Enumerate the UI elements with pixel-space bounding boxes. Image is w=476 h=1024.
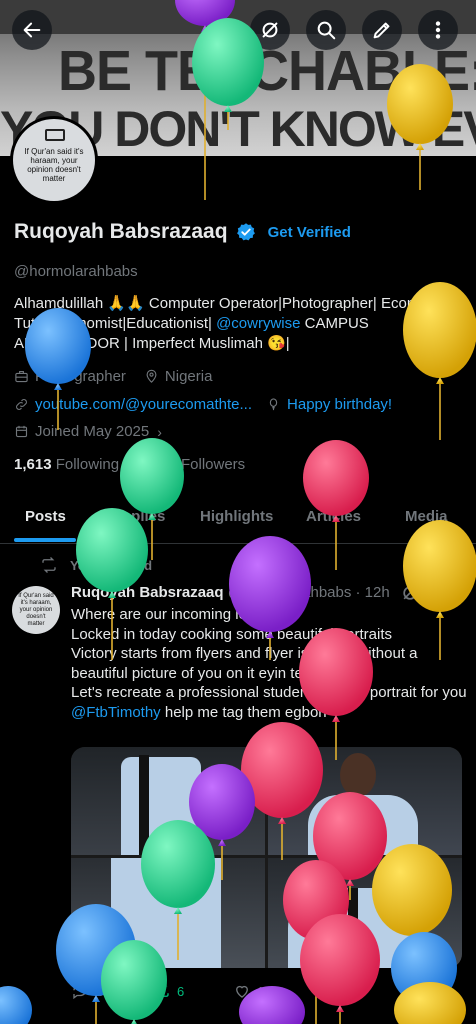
like-count: 1 xyxy=(257,983,265,999)
post-line: Let's recreate a professional student-fr… xyxy=(71,684,467,701)
followers-link[interactable]: 1,565 Followers xyxy=(139,456,245,473)
profile-name: Ruqoyah Babsrazaaq xyxy=(14,220,228,243)
back-button[interactable] xyxy=(12,10,52,50)
like-button[interactable]: 1 xyxy=(233,982,264,1000)
more-vertical-icon xyxy=(435,21,441,39)
post-line: Victory starts from flyers and flyer is … xyxy=(71,645,418,682)
name-row: Ruqoyah Babsrazaaq Get Verified xyxy=(14,220,351,244)
location-text: Nigeria xyxy=(164,368,213,385)
views-icon xyxy=(316,986,329,997)
get-verified-link[interactable]: Get Verified xyxy=(268,224,351,241)
post-line: @FtbTimothy help me tag them egbon xyxy=(71,703,467,723)
media-photo[interactable] xyxy=(71,858,265,968)
post-line-rest: help me tag them egbon xyxy=(160,703,327,721)
followers-count: 1,565 xyxy=(139,456,177,473)
media-photo[interactable] xyxy=(268,747,462,855)
tab-media[interactable]: Media xyxy=(405,508,448,525)
repost-button[interactable]: 6 xyxy=(153,982,184,1000)
reply-icon xyxy=(73,984,87,1000)
birthday-link[interactable]: Happy birthday! xyxy=(287,396,392,413)
joined-text: Joined May 2025 xyxy=(35,423,150,440)
balloon xyxy=(0,986,32,1024)
balloon-icon xyxy=(266,397,281,412)
follow-counts: 1,613 Following 1,565 Followers xyxy=(14,456,245,473)
tie-shape xyxy=(348,888,358,968)
grok-button[interactable] xyxy=(250,10,290,50)
avatar-quote-text: If Qur'an said it's haraam, your opinion… xyxy=(24,147,84,183)
reply-count: 1 xyxy=(95,983,103,999)
profile-bio: Alhamdulillah 🙏🙏 Computer Operator|Photo… xyxy=(14,294,466,354)
following-label: Following xyxy=(55,456,120,473)
grok-icon xyxy=(403,586,417,600)
following-count: 1,613 xyxy=(14,456,52,473)
bio-mention-link[interactable]: @cowrywise xyxy=(216,315,300,332)
pencil-icon xyxy=(373,22,390,39)
media-photo[interactable] xyxy=(71,747,265,855)
profession-row: Photographer Nigeria xyxy=(14,368,212,385)
post-actions: 1 6 1 116 xyxy=(71,982,467,1006)
repost-indicator: You reposted xyxy=(40,556,152,574)
joined-row: Joined May 2025 › xyxy=(14,423,162,440)
post-line: Where are our incoming leaders? xyxy=(71,606,293,623)
face-shape xyxy=(340,753,376,797)
profile-tabs: Posts Replies Highlights Articles Media xyxy=(0,498,476,544)
website-link[interactable]: youtube.com/@yourecomathte... xyxy=(35,396,252,413)
shirt-shape xyxy=(111,858,221,968)
post-mention-link[interactable]: @FtbTimothy xyxy=(71,704,161,721)
post-grok-button[interactable] xyxy=(400,583,424,603)
profession-text: Photographer xyxy=(35,368,126,385)
grok-icon xyxy=(262,22,278,38)
search-icon xyxy=(317,21,336,40)
active-tab-indicator xyxy=(14,538,76,542)
tab-highlights[interactable]: Highlights xyxy=(200,508,273,525)
post-avatar[interactable]: If Qur'an said it's haraam, your opinion… xyxy=(12,586,60,634)
repost-icon xyxy=(42,557,56,573)
website-row: youtube.com/@yourecomathte... Happy birt… xyxy=(14,396,392,413)
profile-handle: @hormolarahbabs xyxy=(14,263,138,280)
post-header: Ruqoyah Babsrazaaq @hormolarahbabs · 12h xyxy=(71,584,390,601)
calendar-icon xyxy=(14,424,29,439)
following-link[interactable]: 1,613 Following xyxy=(14,456,119,473)
shirt-shape xyxy=(121,757,201,855)
verified-badge-icon[interactable] xyxy=(236,222,256,242)
followers-label: Followers xyxy=(180,456,246,473)
post-media-grid[interactable] xyxy=(71,747,462,968)
chevron-right-icon[interactable]: › xyxy=(157,424,162,440)
tab-articles[interactable]: Articles xyxy=(306,508,361,525)
views-count: 116 xyxy=(337,983,358,999)
briefcase-icon xyxy=(14,369,29,384)
repost-label: You reposted xyxy=(70,557,153,573)
tab-replies[interactable]: Replies xyxy=(112,508,165,525)
heart-icon xyxy=(236,985,248,998)
shirt-shape xyxy=(308,795,418,855)
post-handle-time: @hormolarahbabs · 12h xyxy=(227,584,390,601)
repost-count: 6 xyxy=(177,983,185,999)
repost-icon xyxy=(155,983,169,999)
media-photo[interactable] xyxy=(268,858,462,968)
tab-posts[interactable]: Posts xyxy=(25,508,66,525)
views-button[interactable]: 116 xyxy=(313,982,358,1000)
arrow-left-icon xyxy=(23,22,41,38)
reply-button[interactable]: 1 xyxy=(71,982,102,1000)
edit-button[interactable] xyxy=(362,10,402,50)
profile-avatar[interactable]: If Qur'an said it's haraam, your opinion… xyxy=(10,116,98,204)
book-icon xyxy=(45,129,65,141)
banner-dark-strip xyxy=(0,0,476,34)
post-author[interactable]: Ruqoyah Babsrazaaq xyxy=(71,584,224,601)
tie-shape xyxy=(139,755,149,855)
avatar-image: If Qur'an said it's haraam, your opinion… xyxy=(13,119,95,201)
more-options-button[interactable] xyxy=(418,10,458,50)
post-line: Locked in today cooking some beautiful p… xyxy=(71,625,393,643)
post-text: Where are our incoming leaders? Locked i… xyxy=(71,605,467,722)
link-icon xyxy=(14,397,29,412)
location-icon xyxy=(144,369,159,384)
search-button[interactable] xyxy=(306,10,346,50)
